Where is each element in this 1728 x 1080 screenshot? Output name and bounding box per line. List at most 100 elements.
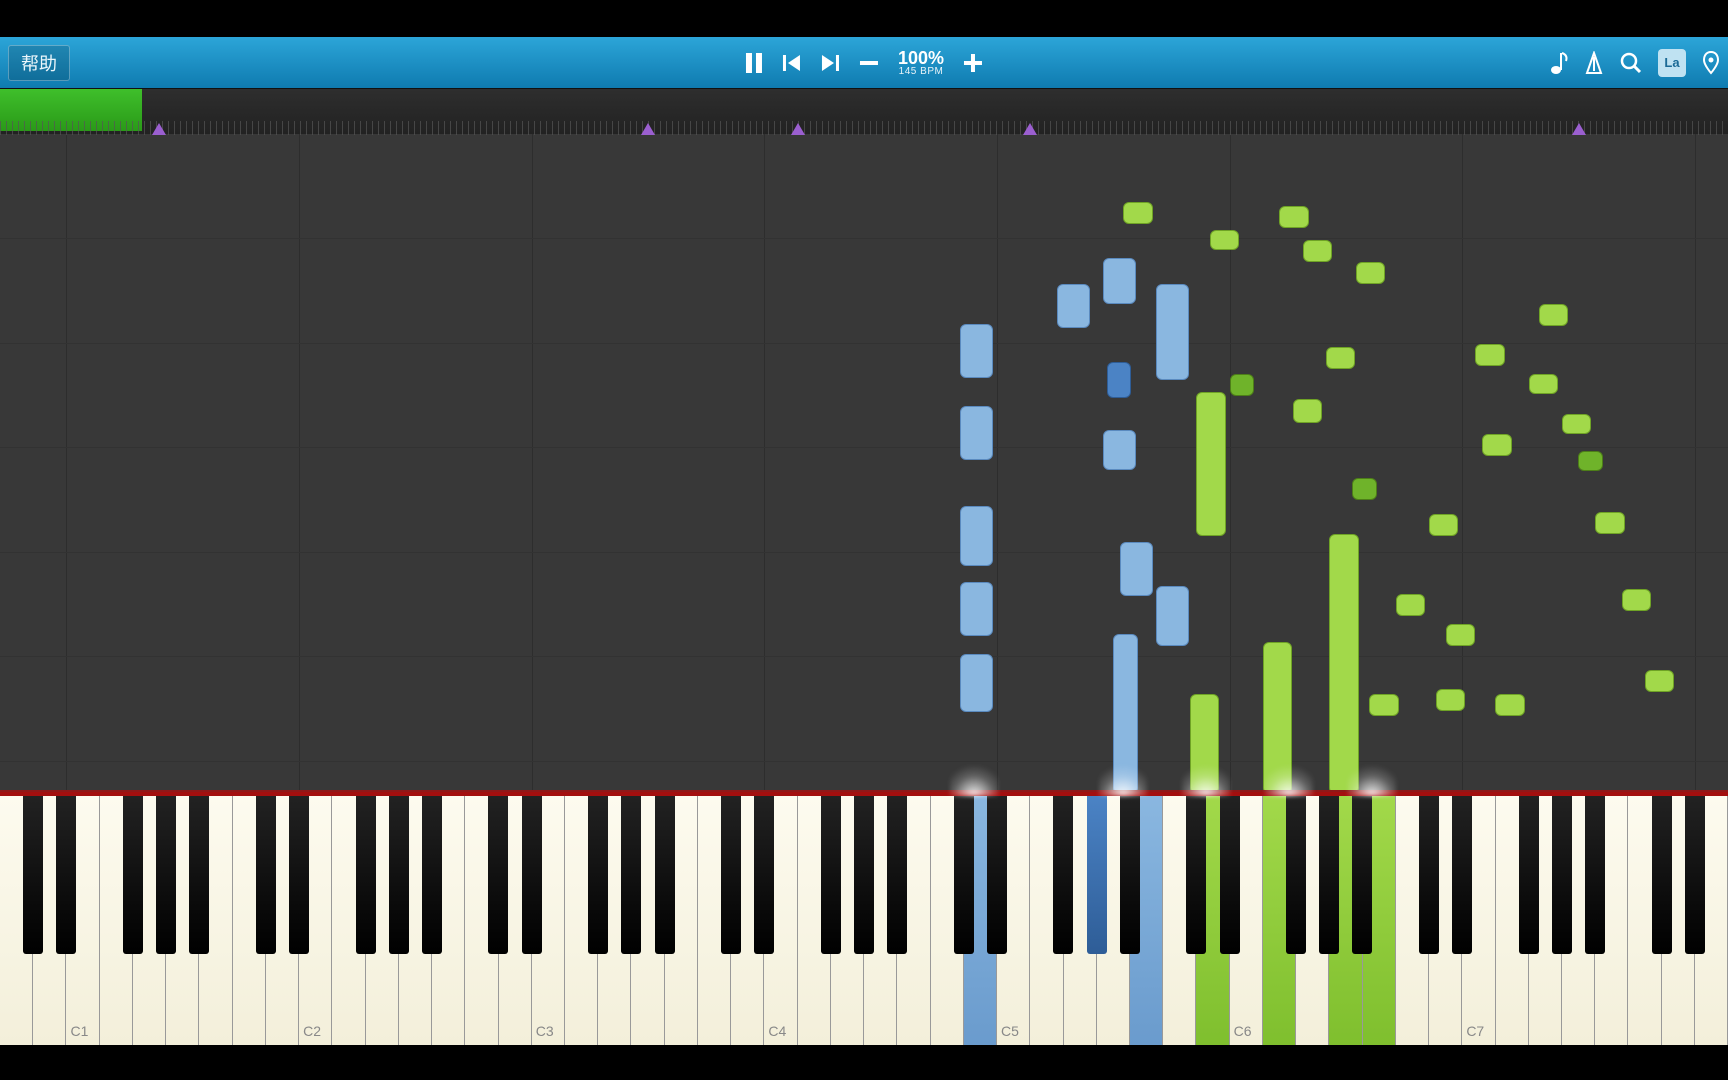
falling-note: [1356, 262, 1386, 284]
speed-down-button[interactable]: [858, 52, 880, 74]
falling-note: [1396, 594, 1426, 616]
falling-note: [960, 324, 993, 378]
falling-note: [1429, 514, 1459, 536]
black-keys: [0, 796, 1728, 954]
falling-note: [1123, 202, 1153, 224]
hit-spark: [1265, 758, 1313, 796]
black-key[interactable]: [821, 796, 841, 954]
key-label: C3: [536, 1023, 554, 1039]
hit-spark: [1348, 758, 1396, 796]
falling-note: [1645, 670, 1675, 692]
note-icon[interactable]: [1550, 51, 1568, 75]
black-key[interactable]: [887, 796, 907, 954]
speed-percent: 100%: [898, 49, 944, 67]
black-key[interactable]: [588, 796, 608, 954]
toolbar: 帮助 100% 145 BPM: [0, 37, 1728, 88]
falling-note: [1107, 362, 1132, 398]
black-key[interactable]: [289, 796, 309, 954]
speed-up-button[interactable]: [962, 52, 984, 74]
falling-note: [1352, 478, 1377, 500]
hit-spark: [950, 758, 998, 796]
piano-keyboard[interactable]: C1C2C3C4C5C6C7: [0, 792, 1728, 1045]
falling-note: [960, 654, 993, 712]
black-key[interactable]: [754, 796, 774, 954]
falling-note: [1622, 589, 1652, 611]
black-key[interactable]: [156, 796, 176, 954]
falling-note: [1210, 230, 1240, 250]
key-label: C6: [1234, 1023, 1252, 1039]
timeline-marker[interactable]: [791, 123, 805, 135]
black-key[interactable]: [1652, 796, 1672, 954]
black-key[interactable]: [189, 796, 209, 954]
black-key[interactable]: [655, 796, 675, 954]
black-key[interactable]: [1087, 796, 1107, 954]
falling-note: [1495, 694, 1525, 716]
falling-note: [1446, 624, 1476, 646]
black-key[interactable]: [621, 796, 641, 954]
playback-controls: 100% 145 BPM: [744, 49, 984, 77]
black-key[interactable]: [23, 796, 43, 954]
black-key[interactable]: [721, 796, 741, 954]
falling-note: [1120, 542, 1153, 596]
black-key[interactable]: [1120, 796, 1140, 954]
black-key[interactable]: [123, 796, 143, 954]
next-button[interactable]: [820, 54, 840, 72]
help-button[interactable]: 帮助: [8, 45, 70, 81]
falling-note: [1230, 374, 1255, 396]
black-key[interactable]: [488, 796, 508, 954]
falling-note: [960, 506, 993, 566]
black-key[interactable]: [1319, 796, 1339, 954]
speed-display[interactable]: 100% 145 BPM: [898, 49, 944, 77]
right-tools: La: [1550, 49, 1720, 77]
black-key[interactable]: [1352, 796, 1372, 954]
search-icon[interactable]: [1620, 52, 1642, 74]
falling-note: [1539, 304, 1569, 326]
bpm-label: 145 BPM: [898, 67, 944, 77]
timeline-marker[interactable]: [1023, 123, 1037, 135]
black-key[interactable]: [56, 796, 76, 954]
labels-icon[interactable]: La: [1658, 49, 1686, 77]
falling-note: [1303, 240, 1333, 262]
black-key[interactable]: [1053, 796, 1073, 954]
key-label: C4: [768, 1023, 786, 1039]
pause-button[interactable]: [744, 52, 764, 74]
timeline-marker[interactable]: [152, 123, 166, 135]
falling-note: [1369, 694, 1399, 716]
falling-note: [1057, 284, 1090, 328]
falling-note: [1482, 434, 1512, 456]
falling-note: [1279, 206, 1309, 228]
black-key[interactable]: [1685, 796, 1705, 954]
black-key[interactable]: [1552, 796, 1572, 954]
black-key[interactable]: [1286, 796, 1306, 954]
black-key[interactable]: [356, 796, 376, 954]
timeline-marker[interactable]: [1572, 123, 1586, 135]
black-key[interactable]: [256, 796, 276, 954]
falling-note: [1329, 534, 1359, 794]
falling-note: [1595, 512, 1625, 534]
falling-note: [1103, 430, 1136, 470]
black-key[interactable]: [389, 796, 409, 954]
falling-note: [1475, 344, 1505, 366]
timeline[interactable]: [0, 88, 1728, 134]
black-key[interactable]: [522, 796, 542, 954]
metronome-icon[interactable]: [1584, 51, 1604, 75]
key-label: C2: [303, 1023, 321, 1039]
black-key[interactable]: [1186, 796, 1206, 954]
black-key[interactable]: [1220, 796, 1240, 954]
falling-note: [1103, 258, 1136, 304]
key-label: C7: [1466, 1023, 1484, 1039]
black-key[interactable]: [1452, 796, 1472, 954]
prev-button[interactable]: [782, 54, 802, 72]
marker-icon[interactable]: [1702, 51, 1720, 75]
black-key[interactable]: [422, 796, 442, 954]
black-key[interactable]: [1585, 796, 1605, 954]
black-key[interactable]: [1519, 796, 1539, 954]
falling-note: [1326, 347, 1356, 369]
falling-note: [1562, 414, 1592, 434]
black-key[interactable]: [1419, 796, 1439, 954]
black-key[interactable]: [854, 796, 874, 954]
hit-spark: [1099, 758, 1147, 796]
black-key[interactable]: [987, 796, 1007, 954]
black-key[interactable]: [954, 796, 974, 954]
timeline-marker[interactable]: [641, 123, 655, 135]
